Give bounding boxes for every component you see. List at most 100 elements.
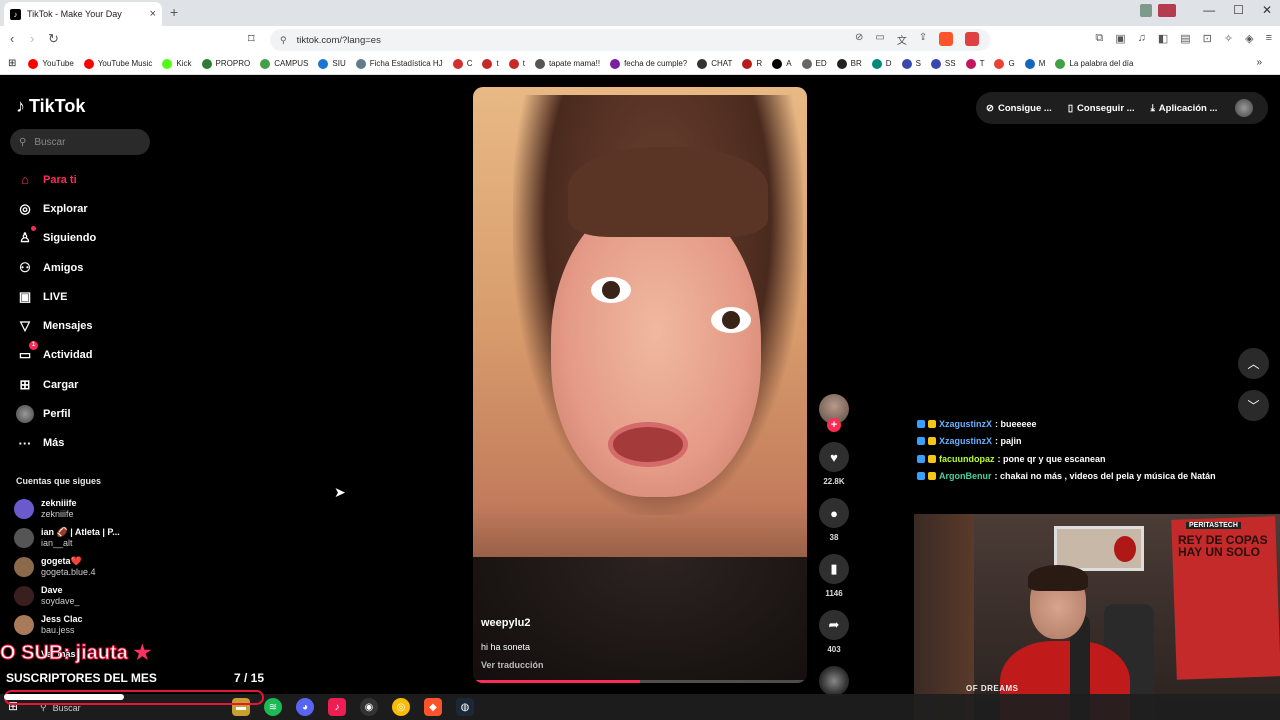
chat-badge-icon xyxy=(917,472,925,481)
bookmark-item[interactable]: SS xyxy=(930,58,956,69)
maximize-button[interactable]: ☐ xyxy=(1233,3,1244,17)
video-player[interactable]: weepylu2 hi ha soneta Ver traducción xyxy=(473,87,807,683)
video-progress-bar[interactable] xyxy=(473,680,807,683)
share-button[interactable]: ➦ xyxy=(819,610,849,640)
creator-avatar[interactable]: + xyxy=(819,394,849,432)
bookmark-item[interactable]: A xyxy=(772,58,792,69)
bookmark-item[interactable]: R xyxy=(742,58,762,69)
brave-icon[interactable]: ◆ xyxy=(424,698,442,716)
site-info-icon[interactable]: ⚲ xyxy=(280,35,287,46)
bookmark-item[interactable]: CAMPUS xyxy=(260,58,308,69)
bookmark-item[interactable]: YouTube Music xyxy=(83,58,152,69)
tiktok-app-icon[interactable]: ♪ xyxy=(328,698,346,716)
bookmark-item[interactable]: T xyxy=(965,58,984,69)
following-item[interactable]: ian 🏈 | Atleta | P... ian__alt xyxy=(14,523,120,552)
browser-tab[interactable]: ♪ TikTok - Make Your Day × xyxy=(4,2,162,26)
search-placeholder: Buscar xyxy=(34,136,66,148)
following-item[interactable]: Jess Clac bau.jess xyxy=(14,611,120,640)
music-icon[interactable]: ♫ xyxy=(1138,32,1146,45)
top-action-1[interactable]: ▯ Conseguir ... xyxy=(1068,103,1135,114)
obs-icon[interactable]: ◉ xyxy=(360,698,378,716)
bookmark-item[interactable]: S xyxy=(901,58,921,69)
sidebar-item-amigos[interactable]: ⚇ Amigos xyxy=(16,253,96,282)
bookmark-item[interactable]: G xyxy=(994,58,1015,69)
user-avatar[interactable] xyxy=(1235,99,1254,117)
video-username[interactable]: weepylu2 xyxy=(481,617,531,629)
brave-shield-icon[interactable] xyxy=(939,32,954,46)
no-camera-icon[interactable]: ⊘ xyxy=(855,32,863,47)
sidebar-item-explorar[interactable]: ◎ Explorar xyxy=(16,194,96,223)
minimize-button[interactable]: — xyxy=(1203,3,1215,17)
translate-link[interactable]: Ver traducción xyxy=(481,660,544,670)
bookmark-item[interactable]: C xyxy=(452,58,472,69)
bookmark-item[interactable]: t xyxy=(508,58,525,69)
wallet-icon[interactable]: ▤ xyxy=(1180,32,1190,45)
apps-grid-icon[interactable]: ⊞ xyxy=(8,58,16,69)
sidebar-item-perfil[interactable]: Perfil xyxy=(16,399,96,428)
sidebar-item-cargar[interactable]: ⊞ Cargar xyxy=(16,370,96,399)
spotify-icon[interactable]: ≋ xyxy=(264,698,282,716)
top-action-0[interactable]: ⊘ Consigue ... xyxy=(986,103,1052,114)
profile-flags[interactable] xyxy=(1140,4,1176,17)
tiktok-logo[interactable]: ♪ TikTok xyxy=(16,96,85,117)
extensions-icon[interactable]: ⧉ xyxy=(1095,32,1103,45)
sidebar-icon[interactable]: ◧ xyxy=(1158,32,1168,45)
bookmark-favicon-icon xyxy=(318,58,329,69)
previous-video-button[interactable]: ︿ xyxy=(1238,348,1269,379)
sidebar-item-actividad[interactable]: ▭ 1 Actividad xyxy=(16,341,96,370)
bookmark-item[interactable]: CHAT xyxy=(697,58,732,69)
bookmark-item[interactable]: YouTube xyxy=(28,58,74,69)
sidebar-item-mensajes[interactable]: ▽ Mensajes xyxy=(16,311,96,340)
stream-chat: XzagustinzX: bueeeee XzagustinzX: pajin fa… xyxy=(917,415,1277,485)
comment-button[interactable]: ● xyxy=(819,498,849,528)
following-handle: gogeta.blue.4 xyxy=(41,566,96,577)
bookmarks-overflow-icon[interactable]: » xyxy=(1256,57,1262,68)
steam-icon[interactable]: ◍ xyxy=(456,698,474,716)
bookmark-item[interactable]: Kick xyxy=(162,58,192,69)
address-actions: ⊘ ▭ 文 ⇪ xyxy=(855,32,980,47)
bookmark-item[interactable]: t xyxy=(482,58,499,69)
following-item[interactable]: zekniiife zekniiife xyxy=(14,494,120,523)
share-icon[interactable]: ⇪ xyxy=(919,32,927,47)
follow-plus-icon[interactable]: + xyxy=(827,418,841,432)
cast-icon[interactable]: ▭ xyxy=(875,32,884,47)
bookmark-item[interactable]: ED xyxy=(801,58,827,69)
forward-arrow-icon[interactable]: › xyxy=(30,31,34,46)
bookmark-item[interactable]: tapate mama!! xyxy=(534,58,600,69)
translate-icon[interactable]: 文 xyxy=(897,32,907,47)
bookmark-item[interactable]: M xyxy=(1024,58,1045,69)
bookmark-item[interactable]: PROPRO xyxy=(201,58,250,69)
discord-icon[interactable]: ◕ xyxy=(296,698,314,716)
bookmark-item[interactable]: D xyxy=(871,58,892,69)
reading-list-icon[interactable]: ⊡ xyxy=(1203,32,1212,45)
sidebar-item-para-ti[interactable]: ⌂ Para ti xyxy=(16,165,96,194)
new-tab-button[interactable]: + xyxy=(170,4,178,20)
screenshot-icon[interactable]: ▣ xyxy=(1115,32,1125,45)
sidebar-item-siguiendo[interactable]: ♙ Siguiendo xyxy=(16,224,96,253)
bookmark-item[interactable]: fecha de cumple? xyxy=(610,58,687,69)
bookmark-icon[interactable]: ⌑ xyxy=(248,31,255,47)
following-item[interactable]: gogeta❤️ gogeta.blue.4 xyxy=(14,552,120,581)
tab-close-button[interactable]: × xyxy=(150,8,156,20)
following-item[interactable]: Dave soydave_ xyxy=(14,582,120,611)
vpn-icon[interactable]: ◈ xyxy=(1245,32,1253,45)
bookmark-item[interactable]: La palabra del día xyxy=(1055,58,1133,69)
back-arrow-icon[interactable]: ‹ xyxy=(10,31,14,46)
save-button[interactable]: ▮ xyxy=(819,554,849,584)
ai-icon[interactable]: ✧ xyxy=(1224,32,1233,45)
bookmark-item[interactable]: BR xyxy=(836,58,862,69)
video-description: hi ha soneta xyxy=(481,642,531,652)
search-input[interactable]: ⚲ Buscar xyxy=(10,129,150,155)
sidebar-item-live[interactable]: ▣ LIVE xyxy=(16,282,96,311)
bookmark-item[interactable]: SIU xyxy=(318,58,346,69)
menu-icon[interactable]: ≡ xyxy=(1266,32,1272,45)
brave-rewards-icon[interactable] xyxy=(965,32,980,46)
close-window-button[interactable]: ✕ xyxy=(1262,3,1272,17)
music-disc-icon[interactable] xyxy=(819,666,849,696)
chrome-icon[interactable]: ◎ xyxy=(392,698,410,716)
reload-icon[interactable]: ↻ xyxy=(48,31,59,47)
top-action-2[interactable]: ⤓ Aplicación ... xyxy=(1151,103,1218,114)
bookmark-item[interactable]: Ficha Estadística HJ xyxy=(355,58,443,69)
sidebar-item-m-s[interactable]: ··· Más xyxy=(16,429,96,458)
like-button[interactable]: ♥ xyxy=(819,442,849,472)
